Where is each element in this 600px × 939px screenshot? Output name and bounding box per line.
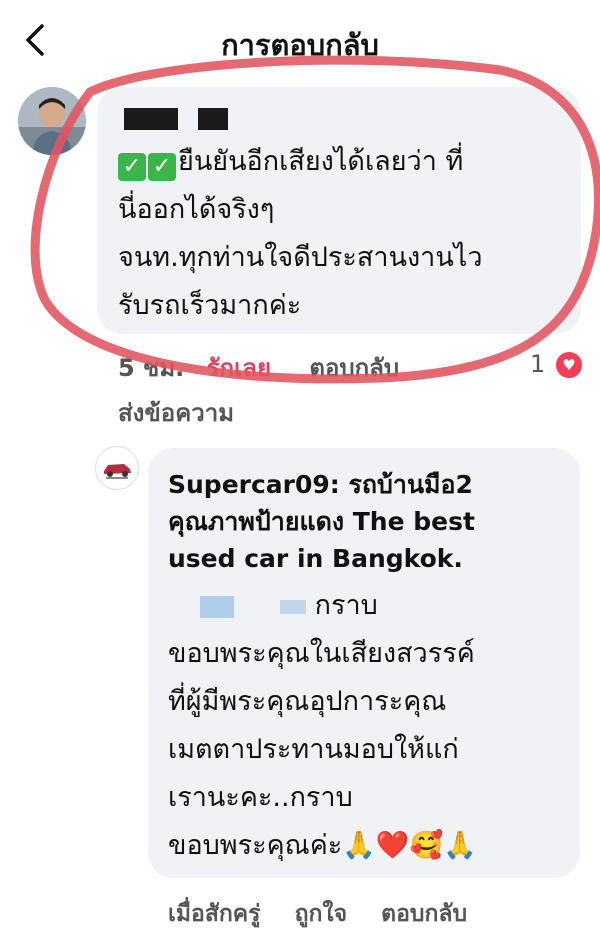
header: การตอบกลับ <box>0 0 600 80</box>
reply-button[interactable]: ตอบกลับ <box>309 354 399 382</box>
comment-text: ✓ ✓ ยืนยันอีกเสียงได้เลยว่า ที่ นี่ออกได้จ… <box>118 146 483 321</box>
comment-actions: 5 ชม. รักเลย ตอบกลับ <box>118 348 399 387</box>
heart-icon[interactable]: ♥ <box>554 350 584 380</box>
page-title: การตอบกลับ <box>221 28 379 62</box>
check-mark-icon: ✓ <box>148 153 176 181</box>
redacted-name <box>124 108 178 130</box>
emoji-reactions: 🙏❤️🥰🙏 <box>342 830 477 861</box>
reply-author-name[interactable]: Supercar09: รถบ้านมือ2 คุณภาพป้ายแดง The… <box>168 466 568 577</box>
user-photo-icon <box>18 87 86 155</box>
send-message-button[interactable]: ส่งข้อความ <box>118 393 234 432</box>
like-button[interactable]: ถูกใจ <box>295 901 348 927</box>
reaction-count[interactable]: 1 <box>530 350 545 378</box>
timestamp: เมื่อสักครู่ <box>168 901 261 927</box>
reply-button[interactable]: ตอบกลับ <box>381 901 467 927</box>
avatar[interactable] <box>18 87 86 155</box>
check-mark-icon: ✓ <box>118 153 146 181</box>
reply-text: กราบ ขอบพระคุณในเสียงสวรรค์ ที่ผู้มีพระค… <box>168 590 477 861</box>
blurred-mention <box>200 595 234 618</box>
blurred-mention <box>280 599 306 614</box>
redacted-name <box>198 108 228 130</box>
reply-actions: เมื่อสักครู่ ถูกใจ ตอบกลับ <box>168 896 467 932</box>
car-logo-icon <box>104 464 131 479</box>
love-button[interactable]: รักเลย <box>207 354 271 382</box>
page-avatar[interactable] <box>95 446 139 490</box>
timestamp: 5 ชม. <box>118 354 185 382</box>
